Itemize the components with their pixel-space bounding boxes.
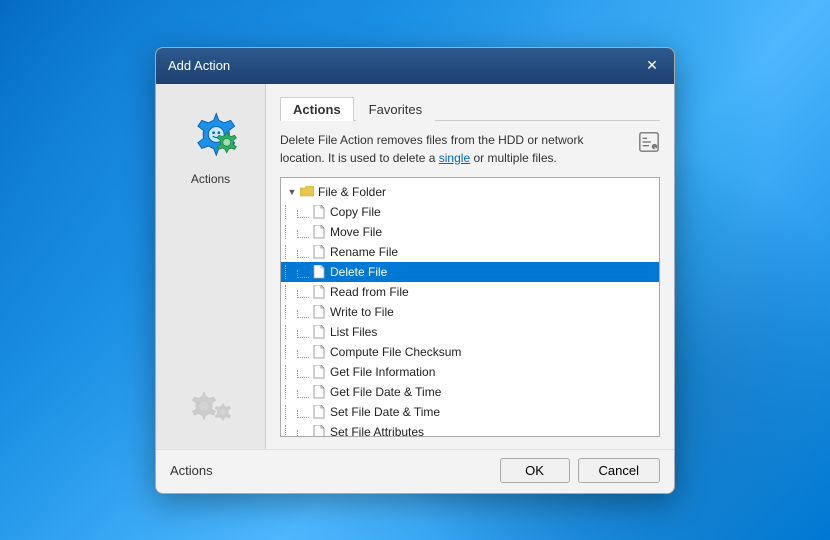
tree-item-rename-file[interactable]: Rename File [281,242,659,262]
file-icon [311,424,327,437]
dialog-footer: Actions OK Cancel [156,449,674,493]
tree-root-label: File & Folder [318,185,386,199]
dialog-body: Actions [156,84,674,449]
file-icon [311,264,327,280]
dialog-title: Add Action [168,58,230,73]
svg-text:?: ? [654,146,657,151]
action-tree[interactable]: ▼ File & Folder [280,177,660,437]
tree-item-copy-file[interactable]: Copy File [281,202,659,222]
item-label-rename-file: Rename File [330,245,398,259]
cancel-button[interactable]: Cancel [578,458,660,483]
tree-item-set-datetime[interactable]: Set File Date & Time [281,402,659,422]
item-label-read-file: Read from File [330,285,409,299]
file-icon [311,244,327,260]
item-label-set-datetime: Set File Date & Time [330,405,440,419]
item-label-set-attributes: Set File Attributes [330,425,424,437]
actions-icon-area: Actions [176,104,246,186]
file-icon [311,324,327,340]
file-icon [311,384,327,400]
footer-buttons: OK Cancel [500,458,660,483]
ok-button[interactable]: OK [500,458,570,483]
item-label-list-files: List Files [330,325,377,339]
tree-item-file-info[interactable]: Get File Information [281,362,659,382]
description-link: single [439,151,470,165]
file-icon [311,204,327,220]
left-panel: Actions [156,84,266,449]
file-icon [311,284,327,300]
folder-icon [299,184,315,200]
tab-actions[interactable]: Actions [280,97,354,121]
close-button[interactable]: ✕ [642,56,662,76]
item-label-move-file: Move File [330,225,382,239]
expander-icon[interactable]: ▼ [285,185,299,199]
file-icon [311,304,327,320]
file-icon [311,364,327,380]
file-icon [311,344,327,360]
file-icon [311,404,327,420]
dialog-overlay: Add Action ✕ [0,0,830,540]
help-icon[interactable]: ? [638,131,660,153]
tree-item-get-datetime[interactable]: Get File Date & Time [281,382,659,402]
tree-item-checksum[interactable]: Compute File Checksum [281,342,659,362]
footer-actions-label: Actions [170,463,213,478]
item-label-delete-file: Delete File [330,265,387,279]
description-area: Delete File Action removes files from th… [280,131,660,167]
decorative-gears-icon [176,384,246,434]
tab-favorites[interactable]: Favorites [356,97,435,121]
tab-bar: Actions Favorites [280,96,660,121]
add-action-dialog: Add Action ✕ [155,47,675,494]
item-label-get-datetime: Get File Date & Time [330,385,441,399]
tree-item-set-attributes[interactable]: Set File Attributes [281,422,659,437]
item-label-file-info: Get File Information [330,365,435,379]
description-text: Delete File Action removes files from th… [280,131,630,167]
title-bar: Add Action ✕ [156,48,674,84]
actions-label: Actions [191,172,230,186]
tree-item-list-files[interactable]: List Files [281,322,659,342]
tree-item-write-file[interactable]: Write to File [281,302,659,322]
actions-gear-icon [176,104,246,164]
file-icon [311,224,327,240]
tree-item-root[interactable]: ▼ File & Folder [281,182,659,202]
right-panel: Actions Favorites Delete File Action rem… [266,84,674,449]
item-label-write-file: Write to File [330,305,394,319]
tree-item-move-file[interactable]: Move File [281,222,659,242]
item-label-checksum: Compute File Checksum [330,345,461,359]
item-label-copy-file: Copy File [330,205,381,219]
tree-item-read-file[interactable]: Read from File [281,282,659,302]
tree-item-delete-file[interactable]: Delete File [281,262,659,282]
